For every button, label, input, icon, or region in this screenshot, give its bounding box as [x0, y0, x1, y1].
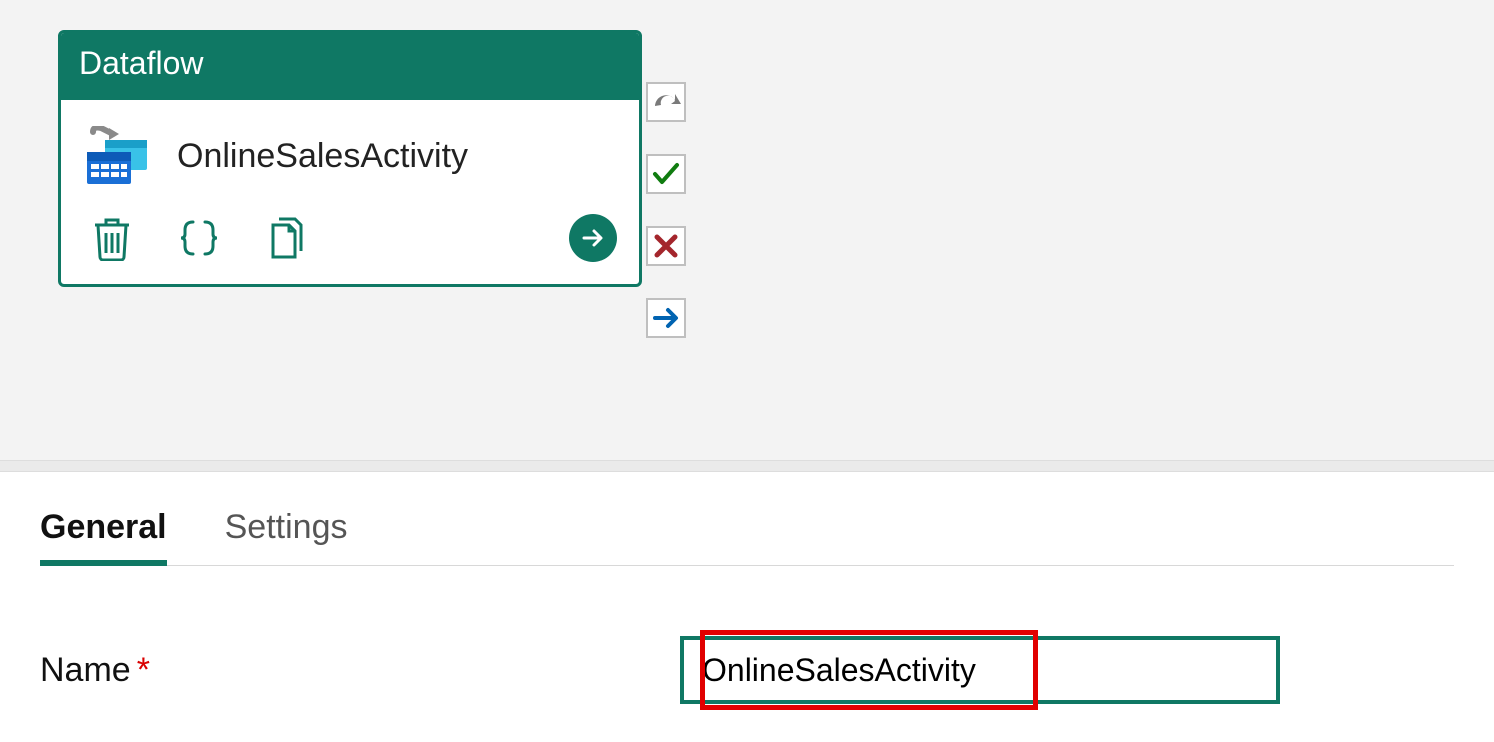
activity-toolbar	[61, 196, 639, 284]
completion-connector-icon[interactable]	[646, 298, 686, 338]
copy-icon[interactable]	[267, 215, 309, 261]
properties-tabs: General Settings	[40, 502, 1454, 566]
success-connector-icon[interactable]	[646, 154, 686, 194]
delete-icon[interactable]	[93, 215, 131, 261]
tab-general[interactable]: General	[40, 502, 167, 565]
dataflow-activity-card[interactable]: Dataflow OnlineSalesActivity	[58, 30, 642, 287]
name-input-wrap	[680, 636, 1280, 704]
failure-connector-icon[interactable]	[646, 226, 686, 266]
name-label: Name*	[40, 651, 680, 690]
activity-type-label: Dataflow	[61, 33, 639, 100]
retry-connector-icon[interactable]	[646, 82, 686, 122]
name-field-row: Name*	[40, 636, 1454, 704]
name-label-text: Name	[40, 651, 131, 689]
tab-settings[interactable]: Settings	[225, 502, 348, 565]
code-braces-icon[interactable]	[177, 216, 221, 260]
required-asterisk: *	[137, 651, 150, 689]
properties-panel: General Settings Name*	[0, 472, 1494, 742]
activity-body: OnlineSalesActivity	[61, 100, 639, 196]
dataflow-icon	[83, 126, 155, 186]
panel-divider[interactable]	[0, 460, 1494, 472]
activity-name-text: OnlineSalesActivity	[177, 137, 468, 176]
run-arrow-button[interactable]	[569, 214, 617, 262]
activity-connectors	[646, 82, 686, 338]
pipeline-canvas[interactable]: Dataflow OnlineSalesActivity	[0, 0, 1494, 460]
name-input[interactable]	[680, 636, 1280, 704]
